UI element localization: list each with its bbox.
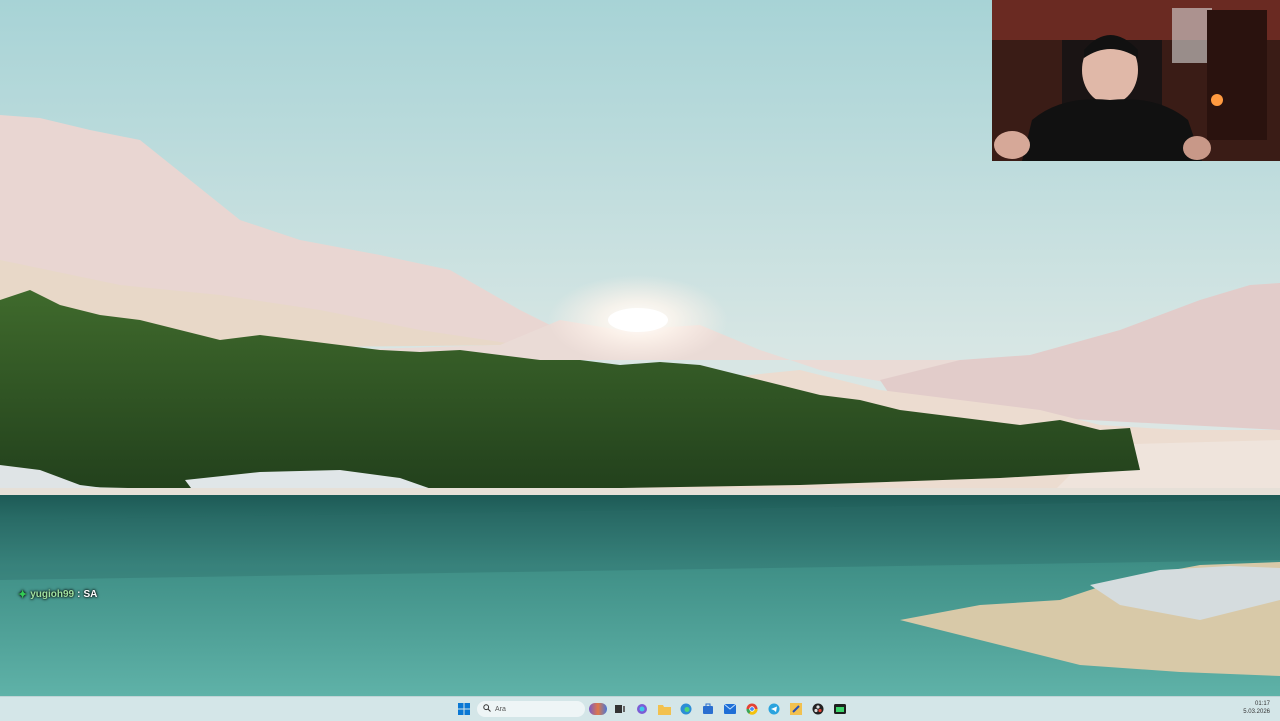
chat-separator: : bbox=[77, 589, 81, 600]
taskbar-pinned-apps: Ara bbox=[455, 699, 849, 719]
folder-icon[interactable] bbox=[655, 700, 673, 718]
sticky-icon[interactable] bbox=[787, 700, 805, 718]
telegram-icon[interactable] bbox=[765, 700, 783, 718]
chat-message: ✦ yugioh99 : SA bbox=[18, 588, 97, 601]
task-view-icon[interactable] bbox=[611, 700, 629, 718]
chrome-icon[interactable] bbox=[743, 700, 761, 718]
mail-icon[interactable] bbox=[721, 700, 739, 718]
search-icon bbox=[483, 704, 491, 714]
taskbar: Ara 01:17 5.03.2026 bbox=[0, 696, 1280, 721]
sparkle-icon: ✦ bbox=[18, 589, 28, 601]
chat-text: SA bbox=[83, 589, 98, 600]
clock-date: 5.03.2026 bbox=[1243, 709, 1270, 715]
widgets-icon[interactable] bbox=[589, 700, 607, 718]
webcam-video bbox=[992, 0, 1280, 161]
system-clock[interactable]: 01:17 5.03.2026 bbox=[1243, 700, 1270, 716]
chat-username: yugioh99 bbox=[30, 589, 75, 600]
search-placeholder: Ara bbox=[495, 705, 506, 713]
start-icon[interactable] bbox=[455, 700, 473, 718]
terminal-icon[interactable] bbox=[831, 700, 849, 718]
store-icon[interactable] bbox=[699, 700, 717, 718]
edge-icon[interactable] bbox=[677, 700, 695, 718]
clock-time: 01:17 bbox=[1254, 701, 1270, 707]
obs-icon[interactable] bbox=[809, 700, 827, 718]
taskbar-search[interactable]: Ara bbox=[477, 701, 585, 717]
webcam-overlay bbox=[992, 0, 1280, 161]
copilot-icon[interactable] bbox=[633, 700, 651, 718]
